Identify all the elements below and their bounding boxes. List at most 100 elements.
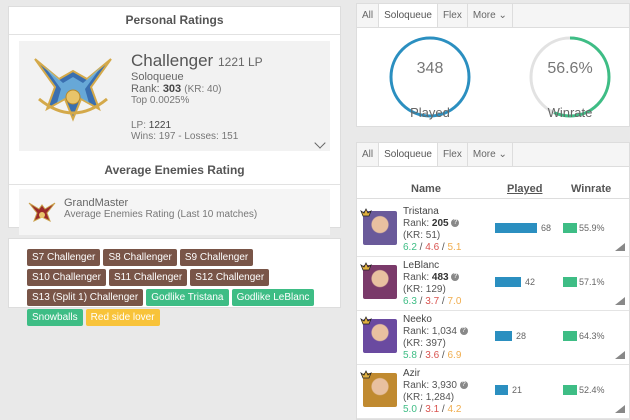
rank-label: Rank: <box>131 83 160 95</box>
champion-rank: Rank: 3,930 ? <box>403 380 468 392</box>
lp-value: 1221 <box>148 120 172 131</box>
champions-tabs: All Soloqueue Flex More ⌄ <box>357 143 629 167</box>
played-count: 28 <box>516 331 527 341</box>
winrate-label: Winrate <box>547 105 593 120</box>
kda-assists: 7.0 <box>447 296 462 307</box>
table-row[interactable]: Azir Rank: 3,930 ? (KR: 1,284) 5.0 / 3.1 / … <box>357 365 629 419</box>
crown-icon <box>360 370 372 379</box>
queue-type: Soloqueue <box>131 71 184 83</box>
winrate-bar <box>563 277 577 287</box>
chevron-down-icon: ⌄ <box>498 10 507 21</box>
header-name[interactable]: Name <box>411 183 441 195</box>
champion-info: Azir Rank: 3,930 ? (KR: 1,284) 5.0 / 3.1 / … <box>403 368 468 416</box>
rank-value: 303 <box>162 83 182 95</box>
champion-kda: 6.3 / 3.7 / 7.0 <box>403 296 462 307</box>
badge-tag: Godlike Tristana <box>146 289 229 306</box>
average-tier: GrandMaster <box>64 197 129 209</box>
average-rating-title: Average Enemies Rating <box>9 157 340 185</box>
wins-losses: Wins: 197 - Losses: 151 <box>131 131 239 142</box>
winrate-bar <box>563 223 577 233</box>
champions-panel: All Soloqueue Flex More ⌄ Name Played Wi… <box>356 142 630 420</box>
tab-flex[interactable]: Flex <box>437 4 468 27</box>
champion-kr: (KR: 129) <box>403 284 446 295</box>
kda-deaths: 3.6 <box>425 350 440 361</box>
crown-icon <box>360 208 372 217</box>
expand-chevron-icon[interactable] <box>314 137 326 149</box>
winrate-bar <box>563 385 577 395</box>
table-row[interactable]: Tristana Rank: 205 ? (KR: 51) 6.2 / 4.6 / 5… <box>357 203 629 257</box>
tier-name: Challenger <box>131 51 214 70</box>
played-bar <box>495 385 508 395</box>
help-icon[interactable]: ? <box>459 381 468 390</box>
top-percent: Top 0.0025% <box>131 95 190 106</box>
tab-flex[interactable]: Flex <box>437 143 468 166</box>
help-icon[interactable]: ? <box>451 273 460 282</box>
challenger-emblem-icon <box>34 58 112 122</box>
badge-tag: S10 Challenger <box>27 269 106 286</box>
watermark <box>270 188 281 227</box>
rank-info: Challenger 1221 LP Soloqueue Rank: 303 (… <box>131 51 263 142</box>
champion-name[interactable]: Tristana <box>403 206 461 218</box>
crown-icon <box>360 262 372 271</box>
played-bar <box>495 331 512 341</box>
played-value: 348 <box>416 60 444 77</box>
champion-kr: (KR: 51) <box>403 230 441 241</box>
badge-list: S7 Challenger S8 Challenger S9 Challenge… <box>27 249 327 329</box>
champion-kr: (KR: 397) <box>403 338 446 349</box>
signal-icon <box>615 351 625 359</box>
badge-tag: Snowballs <box>27 309 83 326</box>
winrate-value: 56.6% <box>547 60 593 77</box>
kda-deaths: 4.6 <box>425 242 440 253</box>
badge-tag: S8 Challenger <box>103 249 177 266</box>
kda-kills: 5.8 <box>403 350 417 361</box>
signal-icon <box>615 243 625 251</box>
grandmaster-emblem-icon <box>28 202 56 223</box>
champion-rank: Rank: 205 ? <box>403 218 461 230</box>
header-played[interactable]: Played <box>507 183 542 195</box>
champion-name[interactable]: LeBlanc <box>403 260 461 272</box>
champion-kda: 5.0 / 3.1 / 4.2 <box>403 404 462 415</box>
tab-soloqueue[interactable]: Soloqueue <box>379 143 438 166</box>
champion-name[interactable]: Neeko <box>403 314 468 326</box>
personal-ratings-panel: Personal Ratings Challenger 1221 LP Solo… <box>8 6 341 235</box>
table-row[interactable]: LeBlanc Rank: 483 ? (KR: 129) 6.3 / 3.7 / 7… <box>357 257 629 311</box>
kda-assists: 5.1 <box>447 242 462 253</box>
help-icon[interactable]: ? <box>459 327 468 336</box>
badge-tag: S13 (Split 1) Challenger <box>27 289 144 306</box>
champion-info: Tristana Rank: 205 ? (KR: 51) 6.2 / 4.6 / 5… <box>403 206 461 254</box>
champion-kda: 5.8 / 3.6 / 6.9 <box>403 350 462 361</box>
average-rating-info: GrandMaster Average Enemies Rating (Last… <box>64 197 257 220</box>
tier-heading: Challenger 1221 LP <box>131 51 263 71</box>
tab-more[interactable]: More ⌄ <box>467 143 513 166</box>
table-row[interactable]: Neeko Rank: 1,034 ? (KR: 397) 5.8 / 3.6 / 6… <box>357 311 629 365</box>
tab-soloqueue[interactable]: Soloqueue <box>379 4 438 27</box>
played-bar <box>495 223 537 233</box>
tab-all[interactable]: All <box>357 143 380 166</box>
tab-more[interactable]: More ⌄ <box>467 4 513 27</box>
badge-tag: S12 Challenger <box>190 269 270 286</box>
help-icon[interactable]: ? <box>451 219 460 228</box>
rank-label: Rank: 1,034 <box>403 326 457 337</box>
played-label: Played <box>410 105 450 120</box>
tab-more-label: More <box>472 10 496 21</box>
personal-ratings-title: Personal Ratings <box>9 7 340 35</box>
badge-tag: Red side lover <box>85 309 160 326</box>
winrate-value: 55.9% <box>579 223 605 233</box>
kda-deaths: 3.7 <box>425 296 440 307</box>
rank-value: 483 <box>431 272 449 283</box>
played-count: 68 <box>541 223 552 233</box>
played-bar <box>495 277 521 287</box>
winrate-value: 57.1% <box>579 277 605 287</box>
lp-line: LP: 1221 <box>131 120 263 131</box>
rank-line: Rank: 303 (KR: 40) <box>131 83 263 95</box>
average-subtitle: Average Enemies Rating (Last 10 matches) <box>64 209 258 220</box>
tab-more-label: More <box>472 149 496 160</box>
kda-kills: 5.0 <box>403 404 417 415</box>
champion-name[interactable]: Azir <box>403 368 468 380</box>
crown-icon <box>360 316 372 325</box>
champion-kda: 6.2 / 4.6 / 5.1 <box>403 242 462 253</box>
tab-all[interactable]: All <box>357 4 380 27</box>
header-winrate[interactable]: Winrate <box>571 183 611 195</box>
champion-kr: (KR: 1,284) <box>403 392 455 403</box>
badge-tag: S9 Challenger <box>179 249 254 266</box>
